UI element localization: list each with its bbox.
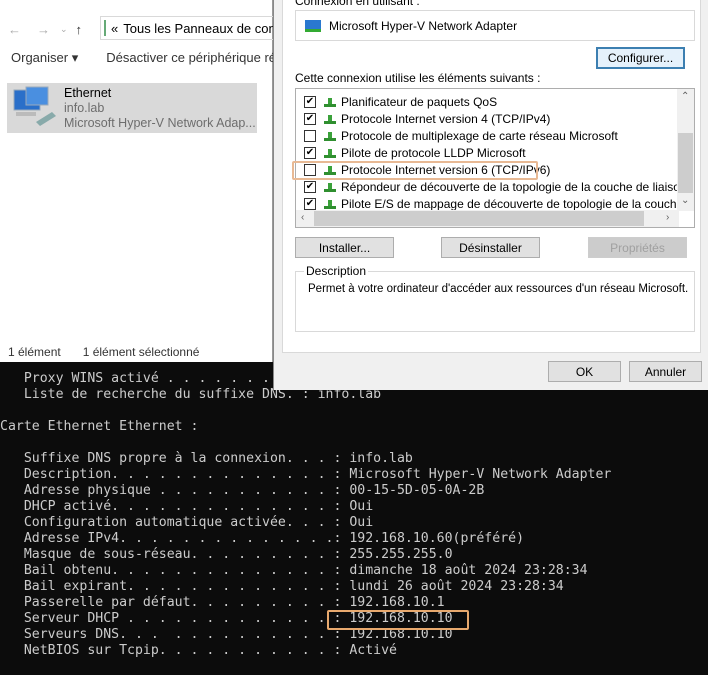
terminal-line: NetBIOS sur Tcpip. . . . . . . . . . . :… [0, 643, 397, 658]
component-item[interactable]: ✔ Pilote de protocole LLDP Microsoft [296, 144, 526, 161]
terminal-line: Carte Ethernet Ethernet : [0, 419, 199, 434]
description-text: Permet à votre ordinateur d'accéder aux … [308, 283, 689, 295]
configure-button[interactable]: Configurer... [596, 47, 685, 69]
ipv6-highlight [292, 161, 538, 180]
terminal-line: Masque de sous-réseau. . . . . . . . . :… [0, 547, 453, 562]
connect-using-label: Connexion en utilisant : [295, 0, 420, 8]
component-label: Protocole Internet version 4 (TCP/IPv4) [341, 111, 551, 126]
toolbar: Organiser ▾ Désactiver ce périphérique r… [0, 50, 273, 72]
explorer-window: ← → ⌄ ↑ « Tous les Panneaux de configura… [0, 0, 273, 362]
ethernet-properties-dialog: Connexion en utilisant : Microsoft Hyper… [273, 0, 708, 390]
terminal-line: Passerelle par défaut. . . . . . . . . :… [0, 595, 445, 610]
terminal-line: Configuration automatique activée. . . :… [0, 515, 374, 530]
address-bar[interactable]: « Tous les Panneaux de configuration [100, 16, 273, 40]
adapter-icon [305, 19, 321, 32]
terminal-line: Adresse physique . . . . . . . . . . . :… [0, 483, 485, 498]
component-item[interactable]: ✔ Répondeur de découverte de la topologie… [296, 178, 687, 195]
component-item[interactable]: Protocole de multiplexage de carte résea… [296, 127, 618, 144]
dns-server-highlight [327, 610, 469, 630]
breadcrumb-overflow[interactable]: « [111, 21, 118, 36]
disable-device-button[interactable]: Désactiver ce périphérique réseau [106, 50, 273, 72]
organize-button[interactable]: Organiser ▾ [11, 50, 78, 72]
back-arrow-icon[interactable]: ← [8, 22, 21, 37]
component-label: Répondeur de découverte de la topologie … [341, 179, 687, 194]
network-protocol-icon [323, 181, 337, 193]
recent-chevron-icon[interactable]: ⌄ [60, 24, 68, 35]
component-checkbox[interactable]: ✔ [304, 95, 316, 108]
up-arrow-icon[interactable]: ↑ [76, 22, 83, 37]
forward-arrow-icon[interactable]: → [37, 22, 50, 37]
terminal-line: Suffixe DNS propre à la connexion. . . :… [0, 451, 413, 466]
scroll-thumb[interactable] [314, 211, 644, 226]
properties-button: Propriétés [588, 237, 687, 258]
adapter-field: Microsoft Hyper-V Network Adapter [295, 10, 695, 41]
command-prompt-output: Proxy WINS activé . . . . . . . . : Non … [0, 354, 708, 658]
component-checkbox[interactable] [304, 129, 316, 142]
component-label: Protocole de multiplexage de carte résea… [341, 128, 618, 143]
terminal-line: DHCP activé. . . . . . . . . . . . . . :… [0, 499, 374, 514]
component-label: Planificateur de paquets QoS [341, 94, 498, 109]
scroll-up-icon[interactable]: ⌃ [681, 91, 689, 102]
description-group: Description Permet à votre ordinateur d'… [295, 264, 695, 332]
components-list[interactable]: ✔ Planificateur de paquets QoS ✔ Protocole … [295, 88, 695, 228]
component-item[interactable]: ✔ Planificateur de paquets QoS [296, 93, 497, 110]
network-connection-item[interactable]: Ethernet info.lab Microsoft Hyper-V Netw… [7, 83, 257, 133]
network-protocol-icon [323, 113, 337, 125]
terminal-line: Bail expirant. . . . . . . . . . . . . :… [0, 579, 564, 594]
item-domain: info.lab [64, 101, 105, 115]
component-checkbox[interactable]: ✔ [304, 197, 316, 210]
cancel-button[interactable]: Annuler [629, 361, 702, 382]
breadcrumb[interactable]: Tous les Panneaux de configuration [123, 21, 273, 36]
uninstall-button[interactable]: Désinstaller [441, 237, 540, 258]
scroll-left-icon[interactable]: ‹ [301, 212, 304, 223]
scroll-thumb[interactable] [678, 133, 693, 193]
qos-scheduler-icon [323, 96, 337, 108]
status-bar: 1 élément 1 élément sélectionné [8, 345, 199, 359]
items-label: Cette connexion utilise les éléments sui… [295, 71, 541, 85]
terminal-line: Description. . . . . . . . . . . . . . :… [0, 467, 612, 482]
network-protocol-icon [323, 198, 337, 210]
vertical-scrollbar[interactable]: ⌃ ⌄ [677, 89, 694, 211]
item-name: Ethernet [64, 86, 112, 100]
network-protocol-icon [323, 130, 337, 142]
install-button[interactable]: Installer... [295, 237, 394, 258]
terminal-line: Bail obtenu. . . . . . . . . . . . . . :… [0, 563, 588, 578]
scroll-down-icon[interactable]: ⌄ [681, 195, 689, 206]
component-checkbox[interactable]: ✔ [304, 146, 316, 159]
item-count: 1 élément [8, 345, 61, 359]
component-item[interactable]: ✔ Protocole Internet version 4 (TCP/IPv4) [296, 110, 550, 127]
component-checkbox[interactable]: ✔ [304, 180, 316, 193]
item-adapter: Microsoft Hyper-V Network Adap... [64, 116, 256, 130]
adapter-name: Microsoft Hyper-V Network Adapter [329, 18, 518, 33]
component-label: Pilote E/S de mappage de découverte de t… [341, 196, 694, 211]
terminal-line: Adresse IPv4. . . . . . . . . . . . . .:… [0, 531, 525, 546]
ok-button[interactable]: OK [548, 361, 621, 382]
component-label: Pilote de protocole LLDP Microsoft [341, 145, 526, 160]
network-protocol-icon [323, 147, 337, 159]
component-checkbox[interactable]: ✔ [304, 112, 316, 125]
scroll-right-icon[interactable]: › [666, 212, 669, 223]
control-panel-icon [104, 20, 106, 36]
network-adapter-icon [13, 86, 56, 126]
horizontal-scrollbar[interactable]: ‹ › [296, 210, 679, 227]
selected-count: 1 élément sélectionné [82, 345, 200, 359]
description-label: Description [304, 264, 369, 278]
